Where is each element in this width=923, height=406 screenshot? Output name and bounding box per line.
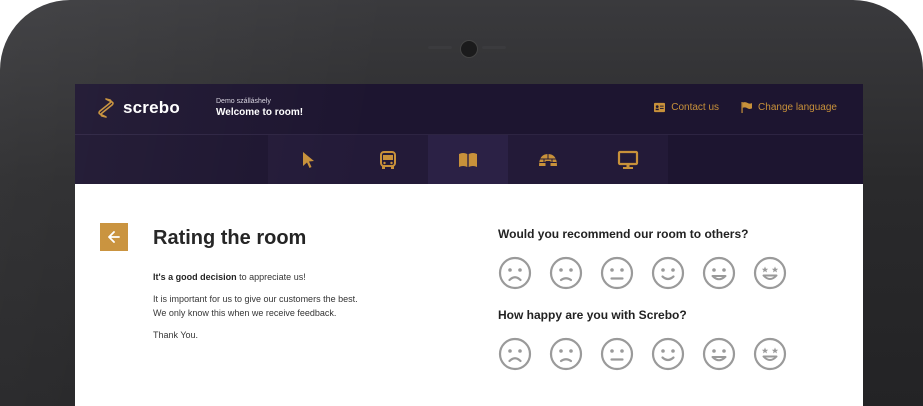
excellent-face-button[interactable] (753, 256, 787, 290)
thank-you-text: Thank You. (153, 330, 199, 340)
nav-item-monitor[interactable] (588, 135, 668, 184)
very-dissatisfied-face-button[interactable] (498, 256, 532, 290)
very-dissatisfied-face-icon (498, 337, 532, 371)
very-satisfied-face-icon (702, 256, 736, 290)
hotel-name: Demo szálláshely (216, 98, 271, 105)
body-line-1: It is important for us to give our custo… (153, 294, 358, 304)
dissatisfied-face-button[interactable] (549, 337, 583, 371)
nav-item-cursor[interactable] (268, 135, 348, 184)
dissatisfied-face-icon (549, 337, 583, 371)
excellent-face-button[interactable] (753, 337, 787, 371)
main-content: Rating the room It's a good decision to … (75, 184, 863, 406)
igloo-icon (539, 153, 557, 166)
cursor-icon (303, 151, 314, 168)
nav-item-bus[interactable] (348, 135, 428, 184)
hotel-info: Demo szálláshely Welcome to room! (216, 97, 303, 119)
app-screen: screbo Demo szálláshely Welcome to room!… (75, 84, 863, 406)
dissatisfied-face-icon (549, 256, 583, 290)
dissatisfied-face-button[interactable] (549, 256, 583, 290)
back-button[interactable] (100, 223, 128, 251)
star-eyes-face-icon (753, 256, 787, 290)
lead-bold: It's a good decision (153, 272, 237, 282)
lead-text: It's a good decision to appreciate us! (153, 270, 433, 284)
satisfied-face-icon (651, 256, 685, 290)
contact-us-label: Contact us (671, 102, 720, 113)
rating-faces-happy (498, 337, 838, 371)
very-satisfied-face-icon (702, 337, 736, 371)
change-language-label: Change language (758, 102, 837, 113)
neutral-face-button[interactable] (600, 256, 634, 290)
very-satisfied-face-button[interactable] (702, 337, 736, 371)
icon-navbar (75, 135, 863, 184)
monitor-icon (617, 150, 639, 169)
sensor (428, 46, 452, 49)
question-recommend: Would you recommend our room to others? (498, 227, 749, 241)
star-eyes-face-icon (753, 337, 787, 371)
very-satisfied-face-button[interactable] (702, 256, 736, 290)
satisfied-face-button[interactable] (651, 337, 685, 371)
flag-icon (741, 102, 753, 113)
page-title: Rating the room (153, 227, 307, 249)
rating-faces-recommend (498, 256, 838, 290)
neutral-face-icon (600, 256, 634, 290)
very-dissatisfied-face-icon (498, 256, 532, 290)
intro-column: Rating the room It's a good decision to … (153, 226, 433, 342)
satisfied-face-icon (651, 337, 685, 371)
screbo-logo[interactable]: screbo (97, 98, 180, 118)
contact-card-icon (654, 102, 666, 113)
question-happy: How happy are you with Screbo? (498, 308, 687, 322)
lead-rest: to appreciate us! (236, 272, 306, 282)
top-header: screbo Demo szálláshely Welcome to room!… (75, 84, 863, 135)
rating-column: Would you recommend our room to others? … (498, 226, 838, 388)
welcome-text: Welcome to room! (216, 107, 304, 118)
neutral-face-icon (600, 337, 634, 371)
camera (460, 40, 478, 58)
change-language-link[interactable]: Change language (741, 102, 837, 113)
book-icon (459, 152, 477, 167)
sensor (482, 46, 506, 49)
body-line-2: We only know this when we receive feedba… (153, 308, 337, 318)
satisfied-face-button[interactable] (651, 256, 685, 290)
logo-text: screbo (123, 98, 180, 117)
bus-icon (380, 150, 396, 169)
header-actions: Contact us Change language (654, 102, 837, 113)
very-dissatisfied-face-button[interactable] (498, 337, 532, 371)
nav-item-book[interactable] (428, 135, 508, 184)
neutral-face-button[interactable] (600, 337, 634, 371)
tablet-frame: screbo Demo szálláshely Welcome to room!… (0, 0, 923, 406)
nav-item-igloo[interactable] (508, 135, 588, 184)
arrow-left-icon (108, 231, 120, 243)
contact-us-link[interactable]: Contact us (654, 102, 719, 113)
screbo-logo-icon (98, 98, 114, 118)
